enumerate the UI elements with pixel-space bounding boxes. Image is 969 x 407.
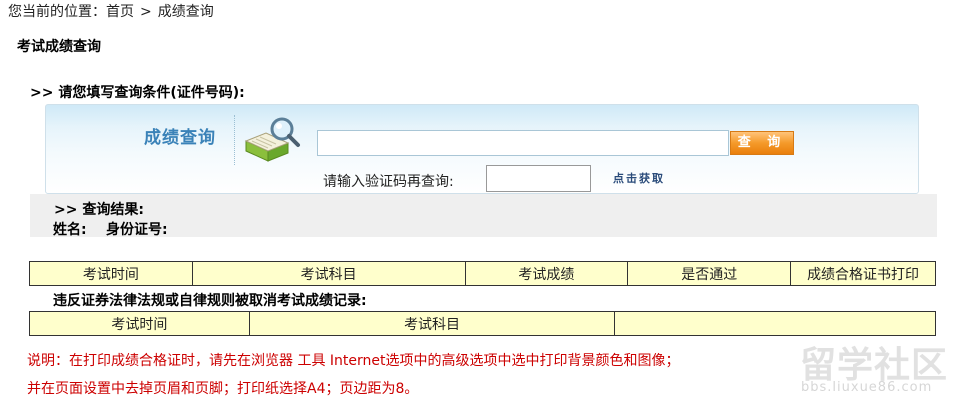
id-number-input[interactable] — [317, 130, 729, 156]
breadcrumb: 您当前的位置：首页 > 成绩查询 — [8, 1, 214, 21]
name-label: 姓名: — [53, 222, 87, 238]
table-header-cell: 考试时间 — [29, 311, 250, 336]
table-header-cell: 成绩合格证书打印 — [790, 261, 936, 286]
table-header-cell: 考试科目 — [191, 261, 466, 286]
table-header-cell: 考试成绩 — [464, 261, 629, 286]
violation-records-table: 考试时间 考试科目 — [29, 311, 936, 336]
breadcrumb-home-link[interactable]: 首页 — [106, 4, 134, 20]
table-header-row: 考试时间 考试科目 — [29, 311, 936, 336]
search-button[interactable]: 查 询 — [730, 131, 794, 155]
print-instruction-line-2: 并在页面设置中去掉页眉和页脚；打印纸选择A4；页边距为8。 — [27, 381, 419, 397]
query-results-section: >> 查询结果: 姓名: 身份证号: — [30, 194, 937, 238]
query-results-heading: >> 查询结果: — [54, 202, 144, 218]
query-panel: 成绩查询 查 询 请输入验证码再查询: 点击获取 — [45, 104, 919, 194]
divider — [234, 115, 235, 165]
site-watermark-logo: 留学社区 bbs.liuxue86.com — [798, 336, 958, 400]
print-instruction-line-1: 说明：在打印成绩合格证时，请先在浏览器 工具 Internet选项中的高级选项中… — [27, 353, 680, 369]
captcha-label: 请输入验证码再查询: — [323, 174, 454, 190]
table-header-row: 考试时间 考试科目 考试成绩 是否通过 成绩合格证书打印 — [29, 261, 936, 286]
get-captcha-link[interactable]: 点击获取 — [613, 170, 665, 186]
book-magnifier-icon — [244, 117, 300, 162]
breadcrumb-separator: > — [140, 4, 152, 20]
breadcrumb-prefix: 您当前的位置： — [8, 4, 106, 20]
captcha-input[interactable] — [486, 165, 591, 192]
query-panel-title: 成绩查询 — [144, 128, 216, 148]
results-table: 考试时间 考试科目 考试成绩 是否通过 成绩合格证书打印 — [29, 261, 936, 286]
violation-records-heading: 违反证券法律法规或自律规则被取消考试成绩记录: — [53, 293, 367, 309]
watermark-url: bbs.liuxue86.com — [801, 380, 933, 395]
table-header-cell: 考试时间 — [29, 261, 193, 286]
id-number-label: 身份证号: — [106, 222, 168, 238]
query-conditions-heading: >> 请您填写查询条件(证件号码): — [30, 85, 245, 101]
breadcrumb-current: 成绩查询 — [157, 4, 214, 20]
table-header-cell — [614, 311, 936, 336]
table-header-cell: 是否通过 — [627, 261, 792, 286]
page-title: 考试成绩查询 — [17, 39, 101, 55]
table-header-cell: 考试科目 — [248, 311, 616, 336]
